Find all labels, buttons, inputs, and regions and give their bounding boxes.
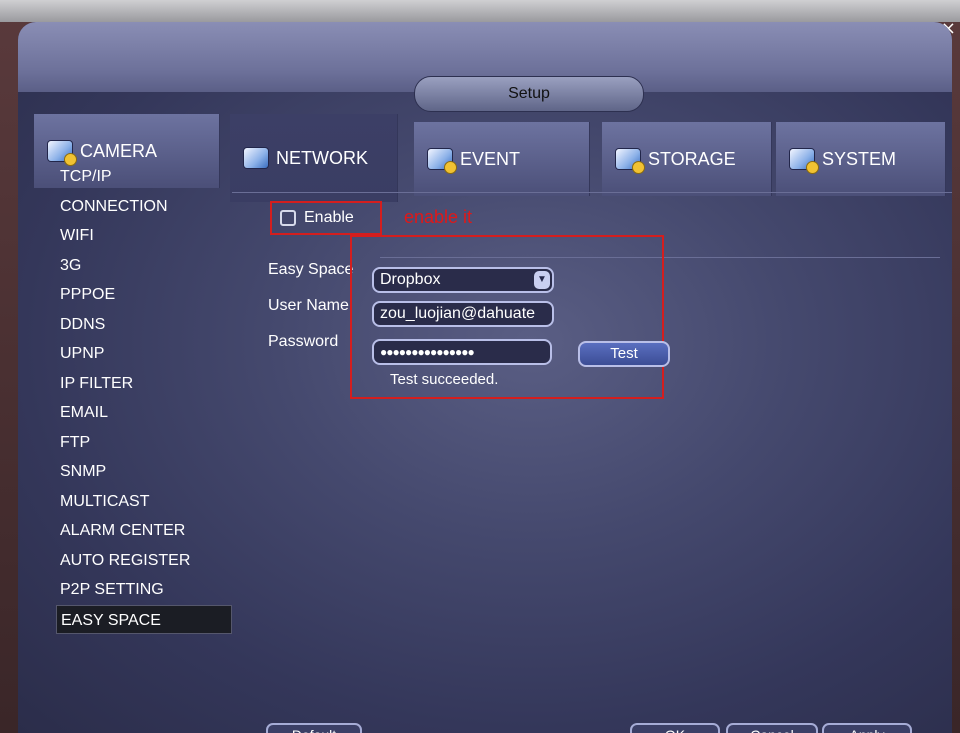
tab-label: EVENT <box>460 148 521 169</box>
cancel-button[interactable]: Cancel <box>726 723 818 733</box>
sidebar-item-upnp[interactable]: UPNP <box>56 339 232 369</box>
tab-label: NETWORK <box>276 147 368 168</box>
user-name-label: User Name <box>268 297 349 314</box>
sidebar-item-auto-register[interactable]: AUTO REGISTER <box>56 546 232 576</box>
user-name-field[interactable]: zou_luojian@dahuate <box>372 301 554 327</box>
tab-system[interactable]: SYSTEM <box>776 122 946 196</box>
sidebar-item-p2p-setting[interactable]: P2P SETTING <box>56 575 232 605</box>
tab-storage[interactable]: STORAGE <box>602 122 772 196</box>
sidebar-item-snmp[interactable]: SNMP <box>56 457 232 487</box>
sidebar-item-3g[interactable]: 3G <box>56 251 232 281</box>
background-wall <box>0 0 960 22</box>
sidebar-item-alarm-center[interactable]: ALARM CENTER <box>56 516 232 546</box>
tab-label: STORAGE <box>648 148 736 169</box>
enable-annotation-note: enable it <box>404 207 473 227</box>
system-icon <box>790 149 819 174</box>
password-field[interactable]: ●●●●●●●●●●●●●●● <box>372 339 552 365</box>
storage-icon <box>616 149 645 174</box>
sidebar-item-ip-filter[interactable]: IP FILTER <box>56 369 232 399</box>
easy-space-value: Dropbox <box>380 271 441 288</box>
camera-icon <box>48 141 77 166</box>
window-title: Setup <box>414 76 644 112</box>
tab-label: SYSTEM <box>822 148 897 169</box>
sidebar-item-ftp[interactable]: FTP <box>56 428 232 458</box>
event-icon <box>428 149 457 174</box>
sidebar-item-tcpip[interactable]: TCP/IP <box>56 162 232 192</box>
sidebar-item-multicast[interactable]: MULTICAST <box>56 487 232 517</box>
network-sidebar: TCP/IP CONNECTION WIFI 3G PPPOE DDNS UPN… <box>56 162 232 692</box>
network-icon <box>244 148 268 168</box>
sidebar-item-email[interactable]: EMAIL <box>56 398 232 428</box>
sidebar-item-connection[interactable]: CONNECTION <box>56 192 232 222</box>
sidebar-item-wifi[interactable]: WIFI <box>56 221 232 251</box>
chevron-down-icon[interactable]: ▼ <box>534 271 550 289</box>
enable-annotation-box: Enable <box>270 201 382 235</box>
apply-button[interactable]: Apply <box>822 723 912 733</box>
sidebar-item-easy-space[interactable]: EASY SPACE <box>56 604 232 634</box>
enable-label: Enable <box>304 209 354 226</box>
tab-event[interactable]: EVENT <box>414 122 590 196</box>
ok-button[interactable]: OK <box>630 723 720 733</box>
default-button[interactable]: Default <box>266 723 362 733</box>
dvr-screen: Setup CAMERA NETWORK EVENT STORAGE SYSTE… <box>18 22 952 733</box>
password-label: Password <box>268 333 339 350</box>
test-status: Test succeeded. <box>390 371 499 388</box>
sidebar-item-pppoe[interactable]: PPPOE <box>56 280 232 310</box>
test-button[interactable]: Test <box>578 341 670 367</box>
easy-space-label: Easy Space <box>268 261 354 278</box>
tab-network[interactable]: NETWORK <box>230 114 398 202</box>
enable-checkbox[interactable] <box>280 210 296 226</box>
tab-label: CAMERA <box>80 140 158 161</box>
easy-space-select[interactable]: Dropbox ▼ <box>372 267 554 293</box>
sidebar-item-ddns[interactable]: DDNS <box>56 310 232 340</box>
easy-space-panel: Enable enable it Easy Space User Name Pa… <box>232 192 952 733</box>
